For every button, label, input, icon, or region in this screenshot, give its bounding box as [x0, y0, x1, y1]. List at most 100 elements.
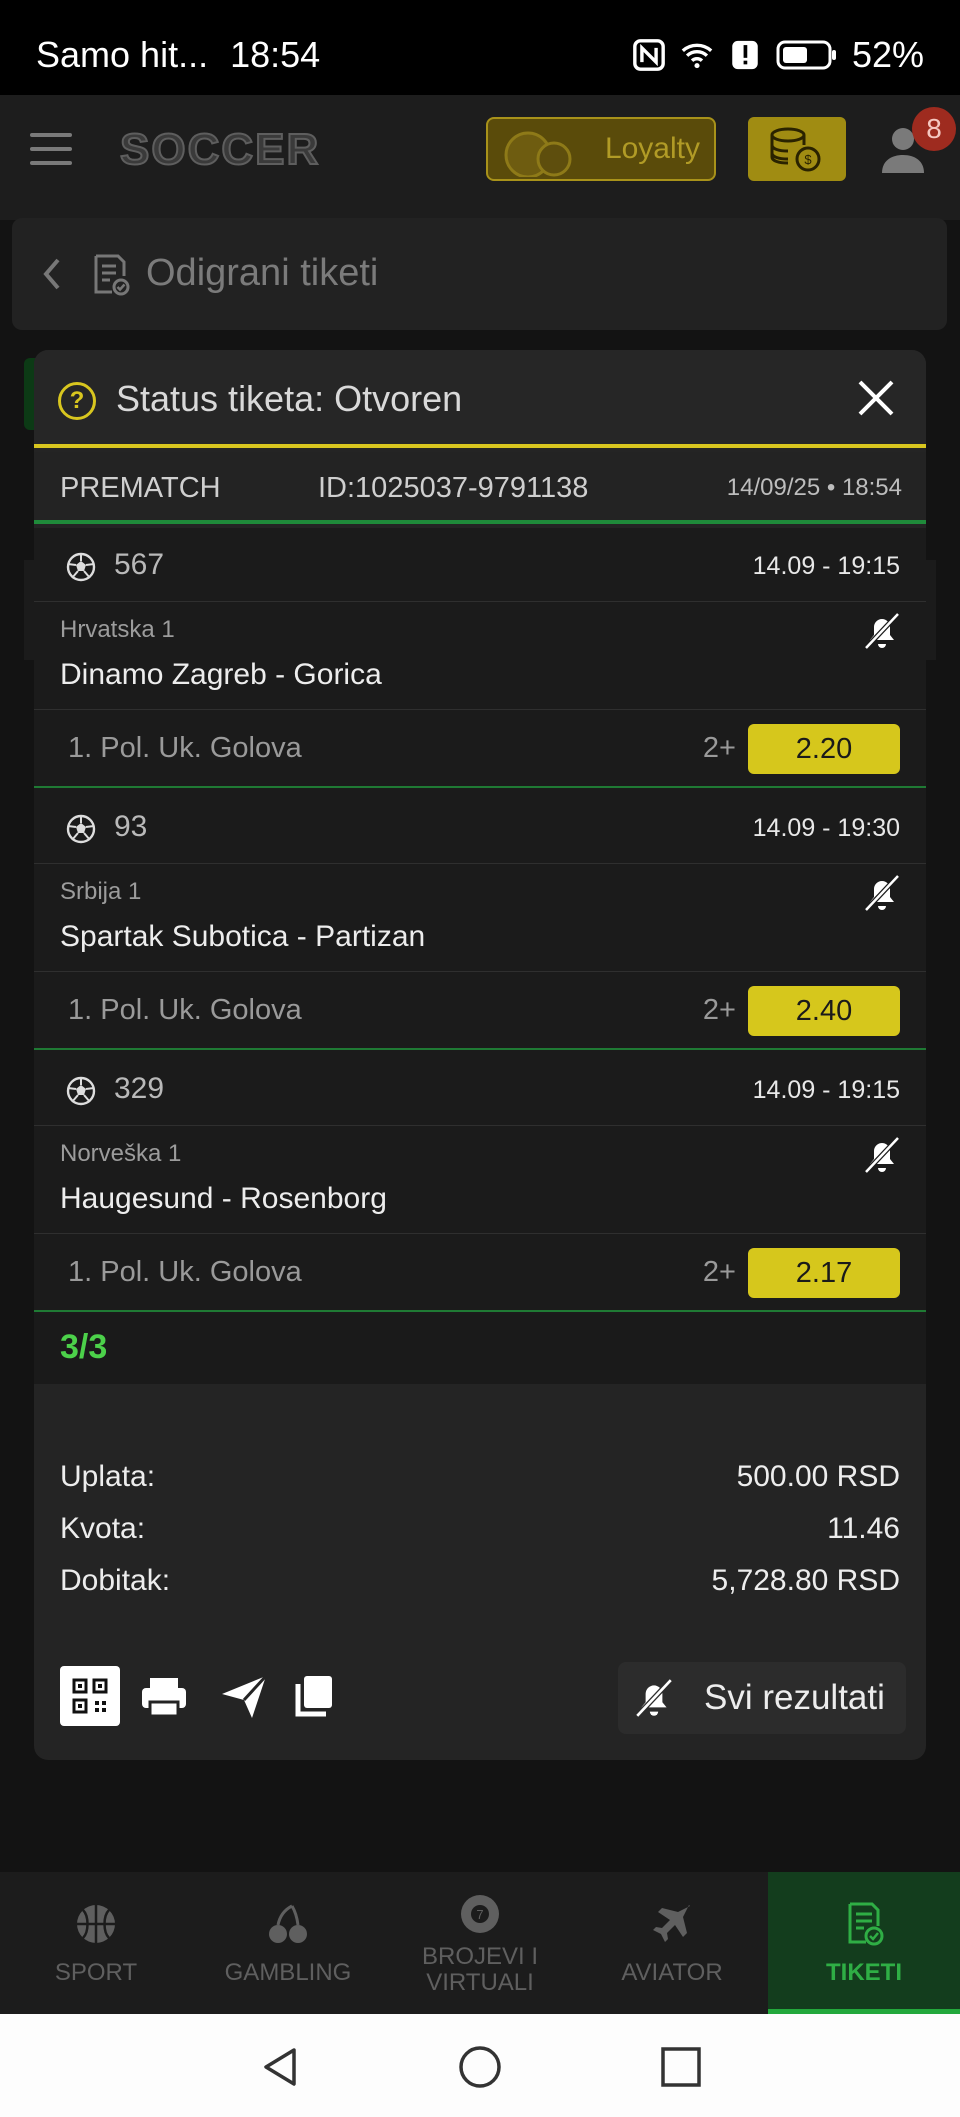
qr-code-icon — [72, 1678, 108, 1714]
svg-text:$: $ — [804, 152, 812, 167]
event-league: Hrvatska 1 — [60, 616, 175, 643]
svg-text:7: 7 — [476, 1907, 483, 1922]
nfc-icon — [633, 39, 665, 71]
event-time: 14.09 - 19:15 — [752, 552, 900, 580]
event-market: 1. Pol. Uk. Golova — [68, 732, 302, 764]
cherries-icon — [269, 1904, 307, 1943]
nav-label: AVIATOR — [621, 1959, 723, 1986]
bell-off-icon[interactable] — [862, 872, 902, 914]
carrier-text: Samo hit... — [36, 34, 209, 75]
page-title-bar: Odigrani tiketi — [12, 218, 947, 330]
coins-icon: $ — [770, 127, 821, 172]
home-circle-icon[interactable] — [457, 2044, 503, 2090]
stake-value: 500.00 RSD — [736, 1460, 900, 1493]
event-match: Haugesund - Rosenborg — [60, 1182, 387, 1215]
page-title: Odigrani tiketi — [146, 252, 379, 294]
event-league: Srbija 1 — [60, 878, 142, 905]
system-nav-bar — [0, 2014, 960, 2117]
ticket-info-row: PREMATCH ID:1025037-9791138 14/09/25 • 1… — [34, 452, 926, 524]
event-row: 93 14.09 - 19:30 Srbija 1 Spartak Suboti… — [34, 790, 926, 1052]
event-match: Dinamo Zagreb - Gorica — [60, 658, 382, 691]
bell-off-icon — [635, 1678, 673, 1718]
alert-icon — [732, 40, 758, 70]
ticket-type: PREMATCH — [60, 472, 221, 504]
lottery-ball-icon: 7 — [461, 1895, 499, 1933]
nav-tiketi[interactable]: TIKETI — [768, 1872, 960, 2014]
all-results-label: Svi rezultati — [704, 1678, 885, 1717]
event-row: 329 14.09 - 19:15 Norveška 1 Haugesund -… — [34, 1052, 926, 1314]
bell-off-icon[interactable] — [862, 610, 902, 652]
recents-square-icon[interactable] — [658, 2044, 704, 2090]
nav-label: SPORT — [54, 1959, 138, 1986]
all-results-button[interactable]: Svi rezultati — [618, 1662, 906, 1734]
win-value: 5,728.80 RSD — [711, 1564, 900, 1597]
basketball-icon — [77, 1905, 115, 1943]
battery-icon — [776, 40, 836, 70]
airplane-icon — [653, 1905, 690, 1942]
nav-aviator[interactable]: AVIATOR — [576, 1872, 768, 2014]
status-left: Samo hit... 18:54 — [36, 34, 320, 76]
event-league: Norveška 1 — [60, 1140, 182, 1167]
ticket-icon — [848, 1902, 884, 1946]
stake-label: Uplata: — [60, 1460, 156, 1493]
event-odd: 2.20 — [748, 724, 900, 774]
event-code: 93 — [114, 810, 148, 843]
event-match: Spartak Subotica - Partizan — [60, 920, 426, 953]
question-icon: ? — [58, 382, 96, 420]
bottom-nav: SPORT GAMBLING 7 BROJEVI I VIRTUALI AVIA… — [0, 1872, 960, 2014]
background-card-edge — [926, 560, 936, 660]
back-icon[interactable] — [40, 256, 64, 292]
notification-badge: 8 — [912, 107, 956, 151]
menu-icon[interactable] — [30, 133, 72, 165]
nav-numbers-virtuals[interactable]: 7 BROJEVI I VIRTUALI — [384, 1872, 576, 2014]
app-header: SOCCER Loyalty $ 8 — [0, 95, 960, 220]
event-code: 567 — [114, 548, 165, 581]
event-count-row: 3/3 — [34, 1314, 926, 1384]
modal-title: Status tiketa: Otvoren — [116, 378, 463, 419]
ticket-status-modal: ? Status tiketa: Otvoren PREMATCH ID:102… — [34, 350, 926, 1760]
event-count: 3/3 — [60, 1328, 108, 1366]
event-market: 1. Pol. Uk. Golova — [68, 994, 302, 1026]
nav-label: BROJEVI I VIRTUALI — [421, 1943, 539, 1996]
modal-header: ? Status tiketa: Otvoren — [34, 350, 926, 448]
bell-off-icon[interactable] — [862, 1134, 902, 1176]
event-pick: 2+ — [702, 732, 736, 764]
event-market: 1. Pol. Uk. Golova — [68, 1256, 302, 1288]
soccer-ball-icon — [66, 814, 96, 844]
nav-sport[interactable]: SPORT — [0, 1872, 192, 2014]
close-icon[interactable] — [854, 376, 898, 420]
ticket-id: ID:1025037-9791138 — [318, 472, 589, 504]
win-label: Dobitak: — [60, 1564, 171, 1597]
loyalty-button[interactable]: Loyalty — [486, 117, 716, 181]
back-triangle-icon[interactable] — [258, 2044, 304, 2090]
event-time: 14.09 - 19:15 — [752, 1076, 900, 1104]
soccer-ball-icon — [66, 1076, 96, 1106]
send-icon[interactable] — [214, 1666, 274, 1726]
logo[interactable]: SOCCER — [119, 124, 320, 175]
event-pick: 2+ — [702, 994, 736, 1026]
event-odd: 2.40 — [748, 986, 900, 1036]
event-odd: 2.17 — [748, 1248, 900, 1298]
nav-label: TIKETI — [826, 1959, 902, 1986]
print-icon[interactable] — [134, 1666, 194, 1726]
nav-label: GAMBLING — [224, 1959, 352, 1986]
ticket-doc-icon — [94, 254, 130, 296]
ticket-datetime: 14/09/25 • 18:54 — [726, 474, 902, 501]
loyalty-label: Loyalty — [604, 132, 700, 165]
soccer-ball-icon — [66, 552, 96, 582]
event-code: 329 — [114, 1072, 165, 1105]
event-row: 567 14.09 - 19:15 Hrvatska 1 Dinamo Zagr… — [34, 528, 926, 790]
loyalty-coins-icon — [504, 131, 572, 177]
wifi-icon — [681, 43, 713, 69]
event-pick: 2+ — [702, 1256, 736, 1288]
nav-gambling[interactable]: GAMBLING — [192, 1872, 384, 2014]
balance-button[interactable]: $ — [748, 117, 846, 181]
status-bar: Samo hit... 18:54 52% — [0, 0, 960, 95]
copy-icon[interactable] — [284, 1666, 344, 1726]
odds-label: Kvota: — [60, 1512, 146, 1545]
battery-text: 52% — [851, 34, 924, 75]
clock-text: 18:54 — [230, 34, 321, 75]
odds-value: 11.46 — [827, 1512, 900, 1545]
qr-code-button[interactable] — [60, 1666, 120, 1726]
event-time: 14.09 - 19:30 — [752, 814, 900, 842]
